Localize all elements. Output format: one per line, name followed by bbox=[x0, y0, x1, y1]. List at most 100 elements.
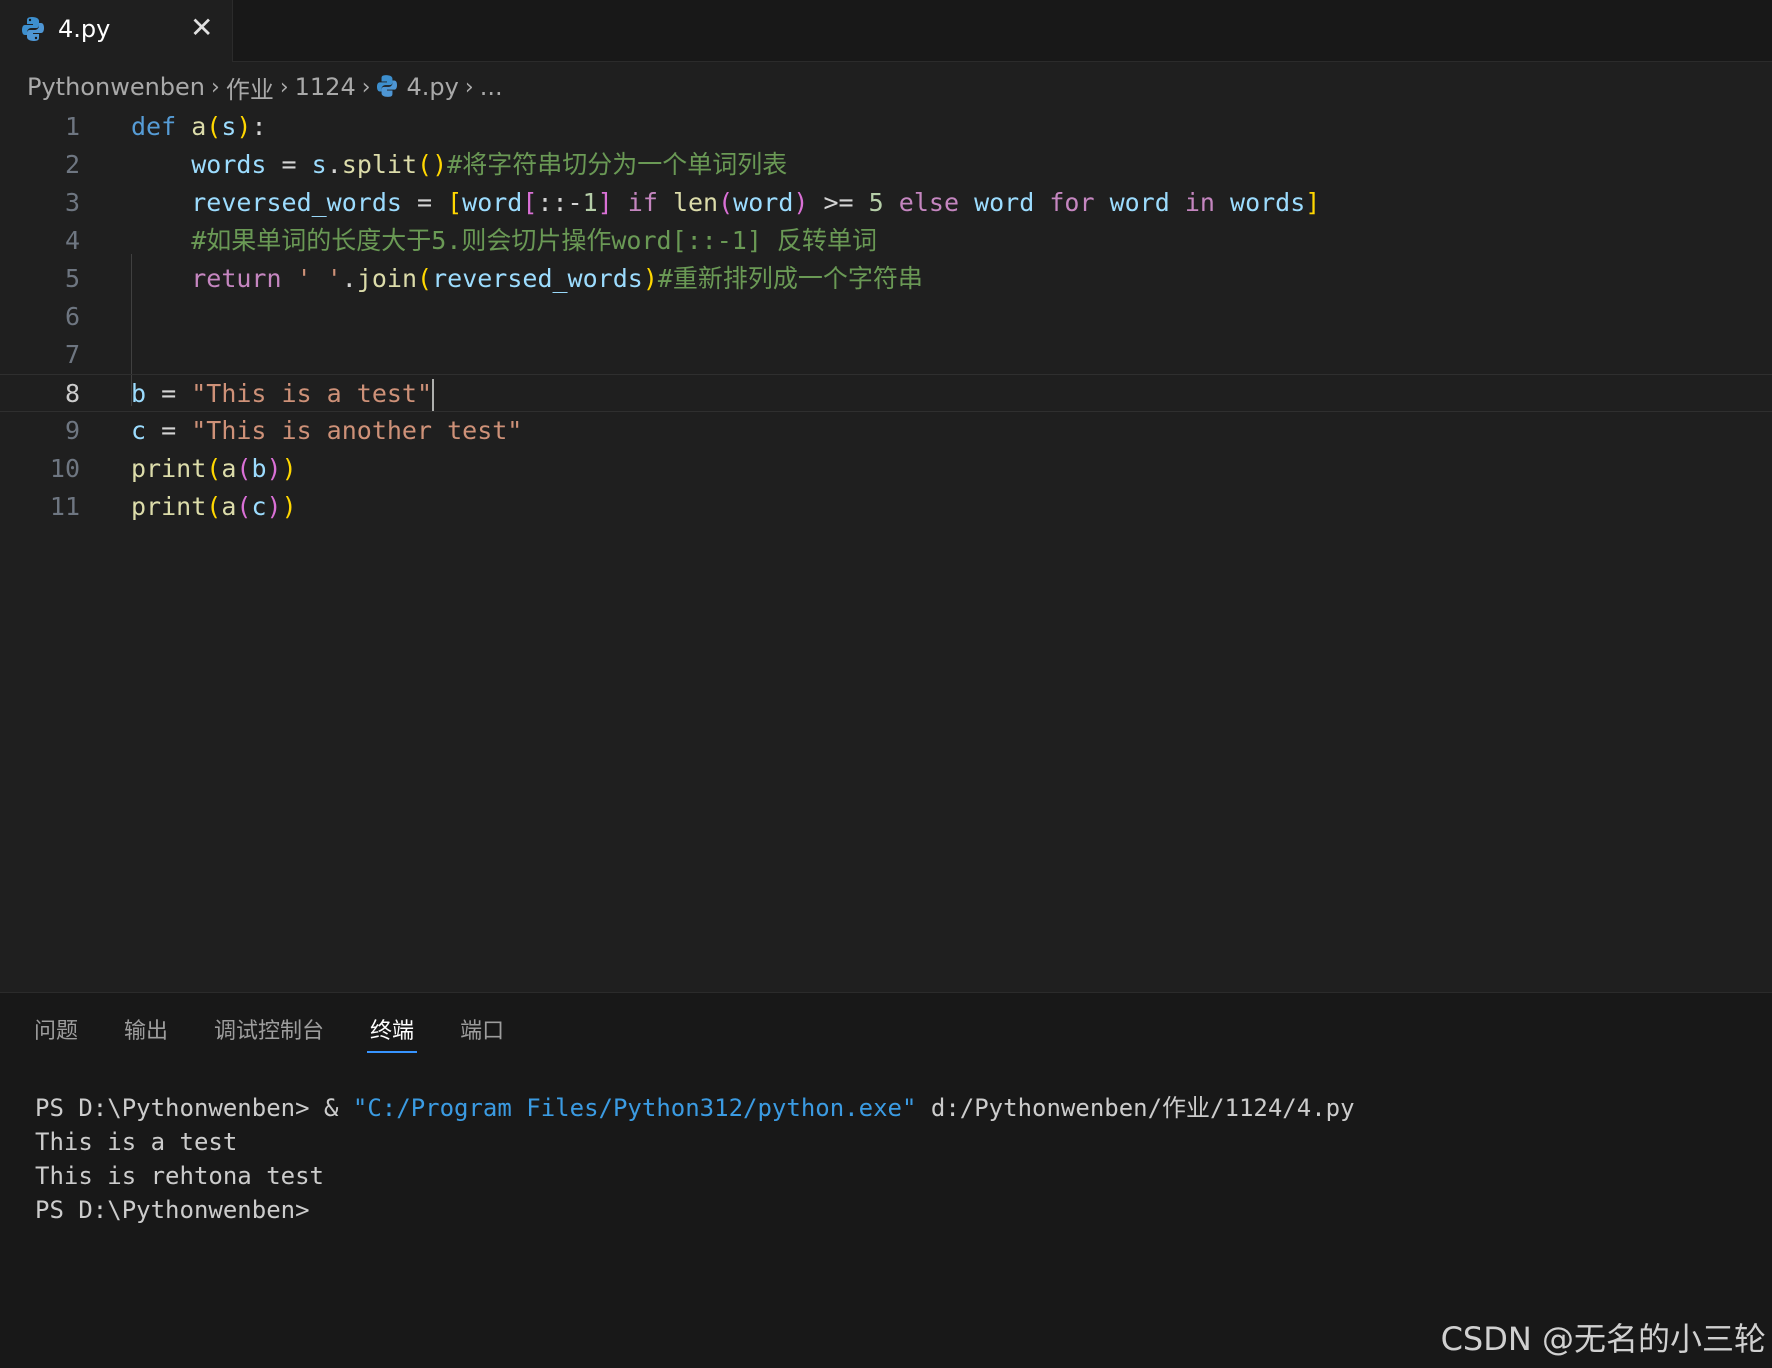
code-token: ( bbox=[718, 188, 734, 217]
code-line[interactable]: 1 def a(s): bbox=[0, 108, 1772, 146]
code-token: ) bbox=[266, 492, 282, 521]
code-token: 1 bbox=[582, 188, 598, 217]
code-token: () bbox=[417, 150, 448, 179]
code-token: join bbox=[356, 264, 418, 293]
code-token: ( bbox=[206, 112, 222, 141]
watermark: CSDN @无名的小三轮 bbox=[1440, 1320, 1766, 1358]
code-token: a bbox=[221, 454, 237, 483]
code-token: b bbox=[251, 454, 267, 483]
tab-label: 4.py bbox=[58, 15, 111, 43]
bottom-panel: 问题 输出 调试控制台 终端 端口 PS D:\Pythonwenben> & … bbox=[0, 992, 1772, 1368]
breadcrumb: Pythonwenben › 作业 › 1124 › 4.py › ... bbox=[27, 70, 503, 104]
code-text: b = "This is a test" bbox=[131, 375, 435, 413]
terminal-output-line: This is rehtona test bbox=[35, 1162, 324, 1190]
code-token: #将字符串切分为一个单词列表 bbox=[447, 150, 788, 179]
line-number: 11 bbox=[49, 492, 80, 521]
code-text: return ' '.join(reversed_words)#重新排列成一个字… bbox=[131, 260, 923, 298]
line-number: 7 bbox=[64, 340, 80, 369]
code-token: c bbox=[131, 416, 147, 445]
breadcrumb-item-subfolder[interactable]: 作业 bbox=[226, 70, 274, 105]
code-token: word bbox=[974, 188, 1035, 217]
code-token: reversed_words bbox=[432, 264, 643, 293]
code-token: = bbox=[401, 188, 448, 217]
code-token: ) bbox=[281, 454, 297, 483]
chevron-right-icon: › bbox=[211, 74, 220, 100]
code-token: len bbox=[672, 188, 719, 217]
code-token: ( bbox=[236, 492, 252, 521]
terminal-prompt: PS D:\Pythonwenben> bbox=[35, 1196, 310, 1224]
code-text: reversed_words = [word[::-1] if len(word… bbox=[131, 184, 1320, 222]
terminal-output[interactable]: PS D:\Pythonwenben> & "C:/Program Files/… bbox=[35, 1091, 1355, 1227]
code-token: #重新排列成一个字符串 bbox=[657, 264, 923, 293]
line-number: 9 bbox=[64, 416, 80, 445]
line-number: 3 bbox=[64, 188, 80, 217]
code-line[interactable]: 6 bbox=[0, 298, 1772, 336]
code-token: = bbox=[146, 379, 192, 408]
python-icon bbox=[22, 16, 44, 46]
code-text: #如果单词的长度大于5.则会切片操作word[::-1] 反转单词 bbox=[131, 222, 877, 260]
code-text: print(a(c)) bbox=[131, 488, 297, 526]
code-line[interactable]: 11 print(a(c)) bbox=[0, 488, 1772, 526]
breadcrumb-item-file[interactable]: 4.py bbox=[407, 73, 459, 101]
code-text: def a(s): bbox=[131, 108, 267, 146]
code-line[interactable]: 5 return ' '.join(reversed_words)#重新排列成一… bbox=[0, 260, 1772, 298]
line-number: 2 bbox=[64, 150, 80, 179]
code-token: ( bbox=[206, 454, 222, 483]
code-token: 5 bbox=[868, 188, 884, 217]
code-token: ) bbox=[642, 264, 658, 293]
tab-problems[interactable]: 问题 bbox=[34, 1013, 78, 1053]
code-token: s bbox=[311, 150, 327, 179]
code-token: [ bbox=[522, 188, 538, 217]
code-editor[interactable]: 1 def a(s): 2 words = s.split()#将字符串切分为一个单… bbox=[0, 108, 1772, 992]
code-token: if bbox=[627, 188, 658, 217]
breadcrumb-item-folder-1124[interactable]: 1124 bbox=[295, 73, 356, 101]
code-token: a bbox=[191, 112, 207, 141]
code-line[interactable]: 7 bbox=[0, 336, 1772, 374]
terminal-prompt: PS D:\Pythonwenben> & bbox=[35, 1094, 353, 1122]
tab-ports[interactable]: 端口 bbox=[460, 1013, 504, 1053]
code-token: #如果单词的长度大于5.则会切片操作word[::-1] 反转单词 bbox=[191, 226, 877, 255]
chevron-right-icon: › bbox=[279, 74, 289, 100]
line-number: 1 bbox=[64, 112, 80, 141]
code-token: ' ' bbox=[296, 264, 342, 293]
panel-tabs: 问题 输出 调试控制台 终端 端口 bbox=[34, 1013, 550, 1053]
code-line[interactable]: 4 #如果单词的长度大于5.则会切片操作word[::-1] 反转单词 bbox=[0, 222, 1772, 260]
code-token: a bbox=[221, 492, 237, 521]
code-token: s bbox=[221, 112, 237, 141]
chevron-right-icon: › bbox=[361, 74, 371, 100]
code-line[interactable]: 9 c = "This is another test" bbox=[0, 412, 1772, 450]
terminal-output-line: This is a test bbox=[35, 1128, 238, 1156]
code-token: ( bbox=[417, 264, 433, 293]
breadcrumb-item-folder[interactable]: Pythonwenben bbox=[27, 73, 205, 101]
code-line[interactable]: 2 words = s.split()#将字符串切分为一个单词列表 bbox=[0, 146, 1772, 184]
code-token: word bbox=[462, 188, 523, 217]
code-line[interactable]: 3 reversed_words = [word[::-1] if len(wo… bbox=[0, 184, 1772, 222]
code-line[interactable]: 8 b = "This is a test" bbox=[0, 374, 1772, 412]
tab-terminal[interactable]: 终端 bbox=[367, 1013, 418, 1053]
code-token: in bbox=[1184, 188, 1215, 217]
close-icon[interactable]: ✕ bbox=[190, 13, 213, 43]
code-line[interactable]: 10 print(a(b)) bbox=[0, 450, 1772, 488]
code-token: ) bbox=[281, 492, 297, 521]
tab-debug-console[interactable]: 调试控制台 bbox=[214, 1013, 324, 1053]
tab-4-py[interactable]: 4.py ✕ bbox=[0, 0, 233, 62]
code-token: ( bbox=[206, 492, 222, 521]
breadcrumb-item-symbols[interactable]: ... bbox=[480, 73, 503, 101]
code-token: split bbox=[341, 150, 418, 179]
line-number: 5 bbox=[64, 264, 80, 293]
code-token: = bbox=[266, 150, 312, 179]
code-token: : bbox=[251, 112, 267, 141]
tab-output[interactable]: 输出 bbox=[124, 1013, 168, 1053]
code-token: "This is another test" bbox=[191, 416, 523, 445]
code-token: ( bbox=[236, 454, 252, 483]
